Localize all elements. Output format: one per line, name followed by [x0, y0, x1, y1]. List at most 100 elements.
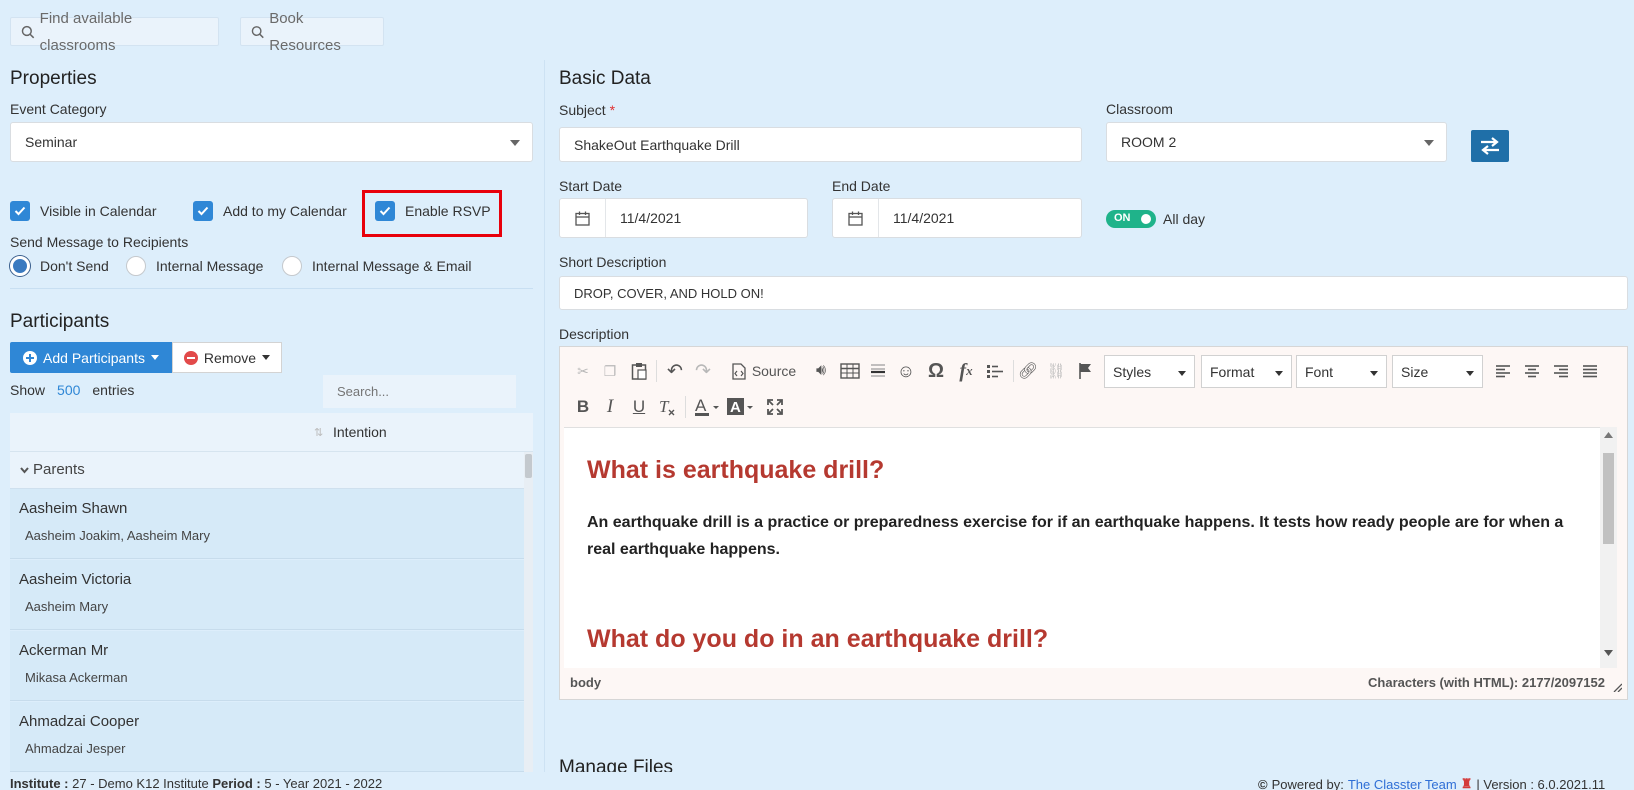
group-label: Parents: [33, 461, 85, 478]
institute-value: 27 - Demo K12 Institute: [72, 776, 209, 790]
column-divider: [544, 60, 545, 772]
editor-element-path[interactable]: body: [570, 675, 601, 690]
editor-scrollbar[interactable]: [1600, 427, 1617, 668]
maximize-icon[interactable]: [764, 396, 786, 418]
subject-input[interactable]: ShakeOut Earthquake Drill: [559, 127, 1082, 162]
special-character-icon[interactable]: Ω: [925, 360, 947, 382]
start-date-value: 11/4/2021: [620, 210, 682, 226]
font-label: Font: [1305, 363, 1334, 380]
participants-search-input[interactable]: [323, 375, 516, 408]
table-row[interactable]: Ackerman Mr Mikasa Ackerman: [10, 631, 524, 701]
table-scrollbar-thumb[interactable]: [525, 454, 532, 478]
align-justify-icon[interactable]: [1579, 360, 1601, 382]
classroom-select[interactable]: ROOM 2: [1106, 122, 1447, 162]
anchor-flag-icon[interactable]: [1074, 360, 1096, 382]
participant-children: Aasheim Mary: [25, 599, 109, 614]
add-participants-button[interactable]: Add Participants: [10, 342, 172, 373]
find-classrooms-label: Find available classrooms: [39, 9, 133, 54]
resize-grip-icon[interactable]: [1613, 683, 1622, 692]
enable-rsvp-checkbox[interactable]: Enable RSVP: [375, 201, 491, 221]
classter-team-link[interactable]: The Classter Team: [1348, 777, 1457, 790]
col-intention[interactable]: Intention: [333, 424, 387, 440]
participant-children: Mikasa Ackerman: [25, 670, 128, 685]
editor-scrollbar-thumb[interactable]: [1603, 453, 1614, 544]
participant-name: Ahmadzai Cooper: [19, 713, 140, 730]
horizontal-line-icon[interactable]: [867, 360, 889, 382]
participant-name: Aasheim Shawn: [19, 500, 128, 517]
event-category-select[interactable]: Seminar: [10, 122, 533, 162]
table-icon[interactable]: [838, 360, 862, 382]
remove-button[interactable]: Remove: [172, 342, 282, 373]
add-to-calendar-label: Add to my Calendar: [223, 203, 347, 219]
all-day-toggle[interactable]: ON: [1106, 210, 1156, 228]
radio-internal-label: Internal Message: [156, 258, 264, 274]
table-row[interactable]: Aasheim Victoria Aasheim Mary: [10, 560, 524, 630]
radio-internal-message[interactable]: Internal Message: [126, 256, 263, 276]
event-category-value: Seminar: [25, 134, 78, 150]
toolbar-separator: [1013, 360, 1014, 382]
background-color-icon[interactable]: A: [726, 396, 756, 418]
scroll-up-icon[interactable]: [1604, 432, 1613, 438]
end-date-input[interactable]: 11/4/2021: [832, 198, 1082, 238]
swap-classroom-button[interactable]: [1471, 130, 1509, 162]
formula-icon[interactable]: fx: [954, 360, 978, 382]
institute-label: Institute :: [10, 776, 69, 790]
cut-icon[interactable]: ✂: [572, 360, 594, 382]
table-row[interactable]: Aasheim Shawn Aasheim Joakim, Aasheim Ma…: [10, 489, 524, 559]
classter-logo-icon: ♜: [1460, 776, 1473, 790]
align-left-icon[interactable]: [1492, 360, 1514, 382]
basic-data-title: Basic Data: [559, 68, 651, 89]
font-dropdown[interactable]: Font: [1296, 355, 1387, 388]
bold-button[interactable]: B: [572, 396, 594, 418]
paste-icon[interactable]: [627, 360, 651, 382]
add-to-calendar-checkbox[interactable]: Add to my Calendar: [193, 201, 347, 221]
unlink-icon[interactable]: ⛓︎: [1045, 360, 1067, 382]
find-classrooms-button[interactable]: Find available classrooms: [10, 10, 219, 54]
align-center-icon[interactable]: [1521, 360, 1543, 382]
radio-internal-email[interactable]: Internal Message & Email: [282, 256, 472, 276]
undo-icon[interactable]: ↶: [663, 360, 687, 382]
calendar-icon[interactable]: [560, 199, 606, 237]
format-dropdown[interactable]: Format: [1201, 355, 1292, 388]
size-dropdown[interactable]: Size: [1392, 355, 1483, 388]
underline-button[interactable]: U: [628, 396, 650, 418]
table-scrollbar[interactable]: [524, 452, 533, 772]
toolbar-separator: [656, 360, 657, 382]
visible-in-calendar-checkbox[interactable]: Visible in Calendar: [10, 201, 156, 221]
size-label: Size: [1401, 363, 1429, 380]
participant-children: Ahmadzai Jesper: [25, 741, 126, 756]
scroll-down-icon[interactable]: [1604, 650, 1613, 656]
table-row[interactable]: Ahmadzai Cooper Ahmadzai Jesper: [10, 702, 524, 772]
redo-icon[interactable]: ↷: [691, 360, 715, 382]
svg-text:A: A: [695, 397, 707, 415]
group-row-parents[interactable]: Parents: [10, 452, 524, 489]
entries-count-select[interactable]: 500: [57, 382, 80, 398]
book-resources-button[interactable]: Book Resources: [240, 10, 384, 54]
calendar-icon[interactable]: [833, 199, 879, 237]
start-date-label: Start Date: [559, 178, 623, 194]
start-date-input[interactable]: 11/4/2021: [559, 198, 808, 238]
italic-button[interactable]: I: [599, 396, 621, 418]
chevron-down-icon: [1466, 371, 1474, 376]
placeholder-list-icon[interactable]: [983, 360, 1007, 382]
styles-dropdown[interactable]: Styles: [1104, 355, 1195, 388]
short-description-input[interactable]: DROP, COVER, AND HOLD ON!: [559, 276, 1628, 310]
remove-format-icon[interactable]: T: [655, 396, 679, 418]
source-button[interactable]: Source: [727, 360, 801, 382]
remove-label: Remove: [203, 349, 257, 366]
footer-powered: © Powered by: The Classter Team ♜ | Vers…: [1258, 776, 1634, 790]
footer: Institute : 27 - Demo K12 Institute Peri…: [0, 772, 1634, 790]
radio-dont-send[interactable]: Don't Send: [10, 256, 109, 276]
align-right-icon[interactable]: [1550, 360, 1572, 382]
required-mark: *: [609, 102, 616, 118]
period-label: Period :: [212, 776, 261, 790]
book-resources-label: Book Resources: [269, 9, 341, 54]
copy-icon[interactable]: ❐: [599, 360, 621, 382]
entries-label: entries: [92, 382, 135, 398]
radio-dont-send-label: Don't Send: [40, 258, 109, 274]
link-icon[interactable]: 🔗︎: [1017, 360, 1039, 382]
speaker-icon[interactable]: 🔊︎: [810, 360, 832, 382]
text-color-icon[interactable]: A: [693, 396, 723, 418]
smiley-icon[interactable]: ☺: [895, 360, 917, 382]
sort-icon[interactable]: ⇅: [314, 426, 323, 439]
